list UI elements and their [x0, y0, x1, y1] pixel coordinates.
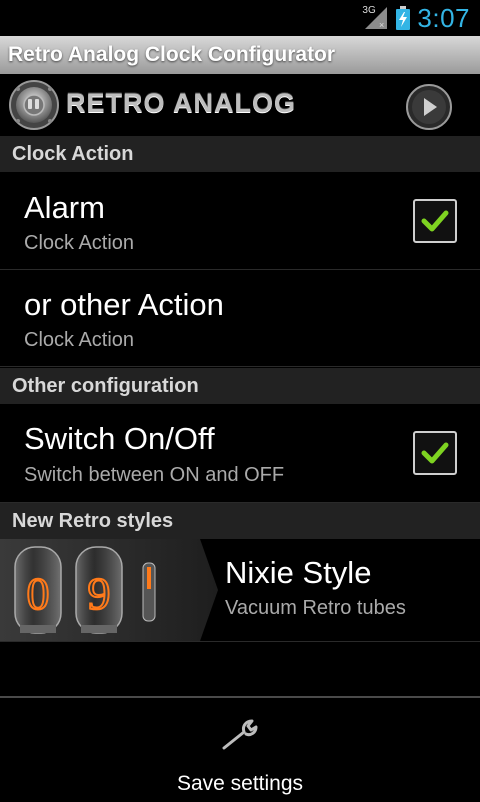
nixie-digit: 9 — [88, 568, 111, 619]
nixie-style-title: Nixie Style — [225, 555, 372, 590]
clock-logo-icon — [9, 80, 59, 130]
status-clock: 3:07 — [417, 2, 470, 33]
switch-checkbox[interactable] — [413, 431, 457, 475]
save-settings-button[interactable]: Save settings — [0, 696, 480, 802]
alarm-checkbox[interactable] — [413, 199, 457, 243]
alarm-title: Alarm — [24, 190, 105, 225]
nixie-tubes-image: 0 9 — [0, 539, 218, 641]
section-header-new-retro-styles: New Retro styles — [0, 503, 480, 539]
status-bar: × 3G 3:07 — [0, 0, 480, 36]
switch-row[interactable]: Switch On/Off Switch between ON and OFF — [0, 404, 480, 503]
other-action-row[interactable]: or other Action Clock Action — [0, 270, 480, 367]
switch-subtitle: Switch between ON and OFF — [24, 464, 285, 486]
battery-charging-icon — [395, 6, 411, 30]
section-header-other-configuration: Other configuration — [0, 368, 480, 404]
nixie-style-subtitle: Vacuum Retro tubes — [225, 597, 406, 619]
other-action-title: or other Action — [24, 287, 224, 322]
checkmark-icon — [421, 210, 449, 232]
brand-logo-text: RETRO ANALOG — [66, 88, 296, 118]
app-title-bar: Retro Analog Clock Configurator — [0, 36, 480, 74]
svg-text:×: × — [379, 20, 384, 30]
signal-3g-icon: × 3G — [361, 5, 389, 31]
nixie-digit: 0 — [27, 568, 50, 619]
nixie-style-row[interactable]: 0 9 Nixie Style Vacuum Retro tubes — [0, 539, 480, 642]
save-settings-label: Save settings — [176, 772, 304, 795]
wrench-icon — [222, 719, 258, 750]
network-type-label: 3G — [362, 5, 376, 16]
app-title: Retro Analog Clock Configurator — [8, 43, 336, 66]
other-action-subtitle: Clock Action — [24, 329, 135, 351]
section-header-clock-action: Clock Action — [0, 136, 480, 172]
play-icon[interactable] — [404, 82, 454, 132]
switch-title: Switch On/Off — [24, 421, 215, 456]
checkmark-icon — [421, 442, 449, 464]
alarm-subtitle: Clock Action — [24, 232, 135, 254]
alarm-row[interactable]: Alarm Clock Action — [0, 172, 480, 270]
app-header: RETRO ANALOG — [0, 74, 480, 136]
